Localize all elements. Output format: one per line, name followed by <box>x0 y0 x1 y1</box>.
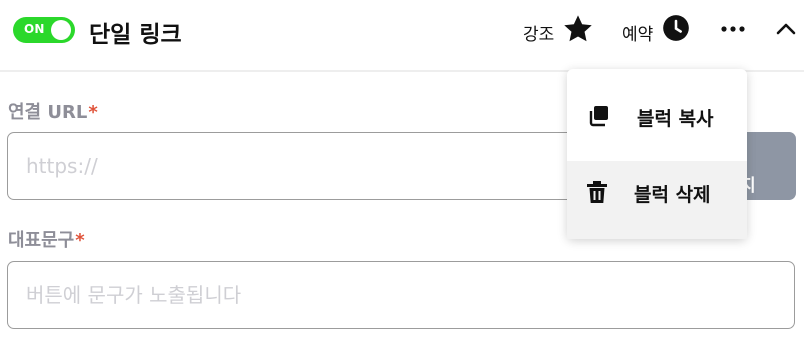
schedule-label[interactable]: 예약 <box>622 20 653 45</box>
toggle-label: ON <box>24 22 45 36</box>
more-options-icon[interactable] <box>719 22 747 36</box>
menu-item-copy-block[interactable]: 블럭 복사 <box>567 77 747 155</box>
required-mark: * <box>88 102 98 123</box>
caption-label-text: 대표문구 <box>8 230 75 251</box>
star-icon[interactable] <box>562 13 594 45</box>
menu-item-delete-block[interactable]: 블럭 삭제 <box>567 161 747 239</box>
caption-label: 대표문구* <box>8 226 85 252</box>
block-options-menu: 블럭 복사 블럭 삭제 <box>567 69 747 239</box>
block-title: 단일 링크 <box>89 22 182 48</box>
block-header: ON 단일 링크 강조 예약 <box>0 0 804 70</box>
toggle-knob <box>51 20 71 40</box>
on-off-toggle[interactable]: ON <box>13 17 75 43</box>
menu-item-label: 블럭 삭제 <box>634 184 711 206</box>
required-mark: * <box>75 230 85 251</box>
trash-icon <box>587 181 607 203</box>
copy-icon <box>589 106 608 127</box>
caption-input[interactable] <box>7 261 795 329</box>
clock-icon[interactable] <box>662 14 690 42</box>
url-label-text: 연결 URL <box>8 102 88 123</box>
menu-item-label: 블럭 복사 <box>637 108 714 130</box>
highlight-label[interactable]: 강조 <box>523 20 554 45</box>
url-label: 연결 URL* <box>8 98 98 124</box>
chevron-up-icon[interactable] <box>775 19 797 39</box>
